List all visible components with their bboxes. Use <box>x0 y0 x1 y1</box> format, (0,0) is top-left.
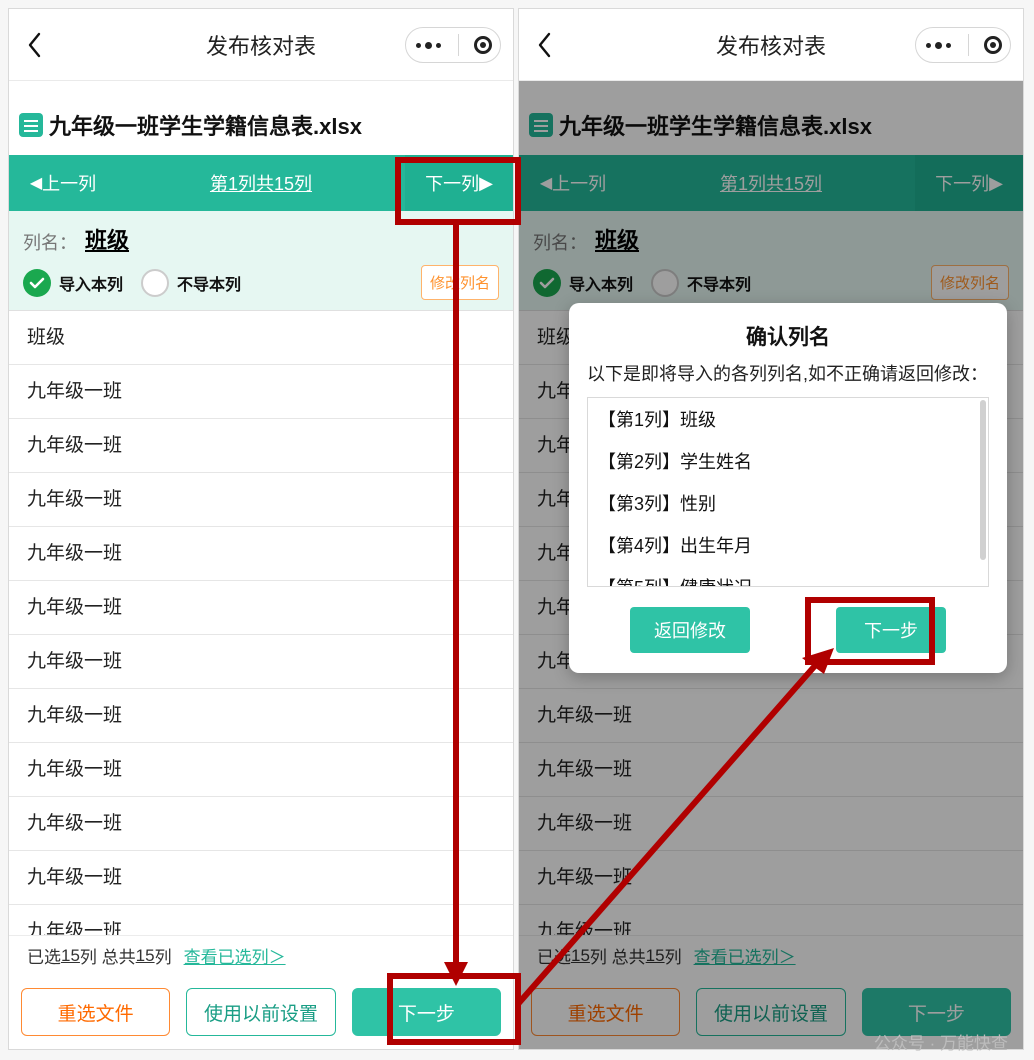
list-item: 九年级一班 <box>9 851 513 905</box>
phone-left: 发布核对表 九年级一班学生学籍信息表.xlsx ◀ 上一列 第1列共15列 <box>8 8 514 1050</box>
dialog-next-button[interactable]: 下一步 <box>836 607 946 653</box>
radio-unselected-icon <box>141 269 169 297</box>
page-title: 发布核对表 <box>716 29 826 61</box>
more-icon[interactable] <box>414 42 443 49</box>
scrollbar[interactable] <box>980 400 986 560</box>
data-list: 班级九年级一班九年级一班九年级一班九年级一班九年级一班九年级一班九年级一班九年级… <box>9 311 513 959</box>
colname-label: 列名： <box>23 229 77 255</box>
view-selected-link[interactable]: 查看已选列＞ <box>184 943 286 968</box>
list-item: 九年级一班 <box>9 581 513 635</box>
list-item: 九年级一班 <box>9 473 513 527</box>
chevron-right-icon: ▶ <box>479 173 493 194</box>
column-header-panel: 列名： 班级 导入本列 不导本列 修改列名 <box>9 211 513 311</box>
dialog-title: 确认列名 <box>587 321 989 351</box>
radio-skip[interactable]: 不导本列 <box>141 269 241 297</box>
next-column-button[interactable]: 下一列 ▶ <box>405 155 513 211</box>
reuse-settings-button[interactable]: 使用以前设置 <box>186 988 335 1036</box>
file-row: 九年级一班学生学籍信息表.xlsx <box>9 81 513 155</box>
radio-import[interactable]: 导入本列 <box>23 269 123 297</box>
file-name: 九年级一班学生学籍信息表.xlsx <box>49 109 362 141</box>
list-item: 九年级一班 <box>9 419 513 473</box>
header: 发布核对表 <box>519 9 1023 81</box>
list-item: 九年级一班 <box>9 743 513 797</box>
close-miniprogram-icon[interactable] <box>474 36 492 54</box>
selection-summary: 已选15 列 总共15 列 查看已选列＞ <box>9 935 513 975</box>
dialog-column-item: 【第1列】班级 <box>588 398 988 440</box>
reselect-file-button[interactable]: 重选文件 <box>21 988 170 1036</box>
more-icon[interactable] <box>924 42 953 49</box>
chevron-left-icon: ◀ <box>30 173 42 193</box>
page-title: 发布核对表 <box>206 29 316 61</box>
column-nav: ◀ 上一列 第1列共15列 下一列 ▶ <box>9 155 513 211</box>
list-item: 九年级一班 <box>9 797 513 851</box>
list-item: 班级 <box>9 311 513 365</box>
list-item: 九年级一班 <box>9 527 513 581</box>
dialog-back-button[interactable]: 返回修改 <box>630 607 750 653</box>
rename-column-button[interactable]: 修改列名 <box>421 265 499 300</box>
dialog-message: 以下是即将导入的各列列名,如不正确请返回修改： <box>587 361 989 387</box>
dialog-column-item: 【第3列】性别 <box>588 482 988 524</box>
dialog-column-list[interactable]: 【第1列】班级【第2列】学生姓名【第3列】性别【第4列】出生年月【第5列】健康状… <box>587 397 989 587</box>
list-item: 九年级一班 <box>9 635 513 689</box>
wechat-capsule[interactable] <box>405 27 501 63</box>
check-circle-icon <box>23 269 51 297</box>
colname-value: 班级 <box>85 223 129 255</box>
dialog-column-item: 【第5列】健康状况 <box>588 566 988 587</box>
next-step-button[interactable]: 下一步 <box>352 988 501 1036</box>
column-indicator[interactable]: 第1列共15列 <box>117 170 405 196</box>
dialog-column-item: 【第4列】出生年月 <box>588 524 988 566</box>
back-icon[interactable] <box>27 32 43 58</box>
close-miniprogram-icon[interactable] <box>984 36 1002 54</box>
list-item: 九年级一班 <box>9 689 513 743</box>
list-item: 九年级一班 <box>9 365 513 419</box>
prev-column-button[interactable]: ◀ 上一列 <box>9 155 117 211</box>
wechat-capsule[interactable] <box>915 27 1011 63</box>
dialog-column-item: 【第2列】学生姓名 <box>588 440 988 482</box>
confirm-columns-dialog: 确认列名 以下是即将导入的各列列名,如不正确请返回修改： 【第1列】班级【第2列… <box>569 303 1007 673</box>
header: 发布核对表 <box>9 9 513 81</box>
excel-file-icon <box>19 113 43 137</box>
footer-buttons: 重选文件 使用以前设置 下一步 <box>9 985 513 1039</box>
phone-right: 发布核对表 九年级一班学生学籍信息表.xlsx ◀ 上一列 第1列共15列 <box>518 8 1024 1050</box>
back-icon[interactable] <box>537 32 553 58</box>
